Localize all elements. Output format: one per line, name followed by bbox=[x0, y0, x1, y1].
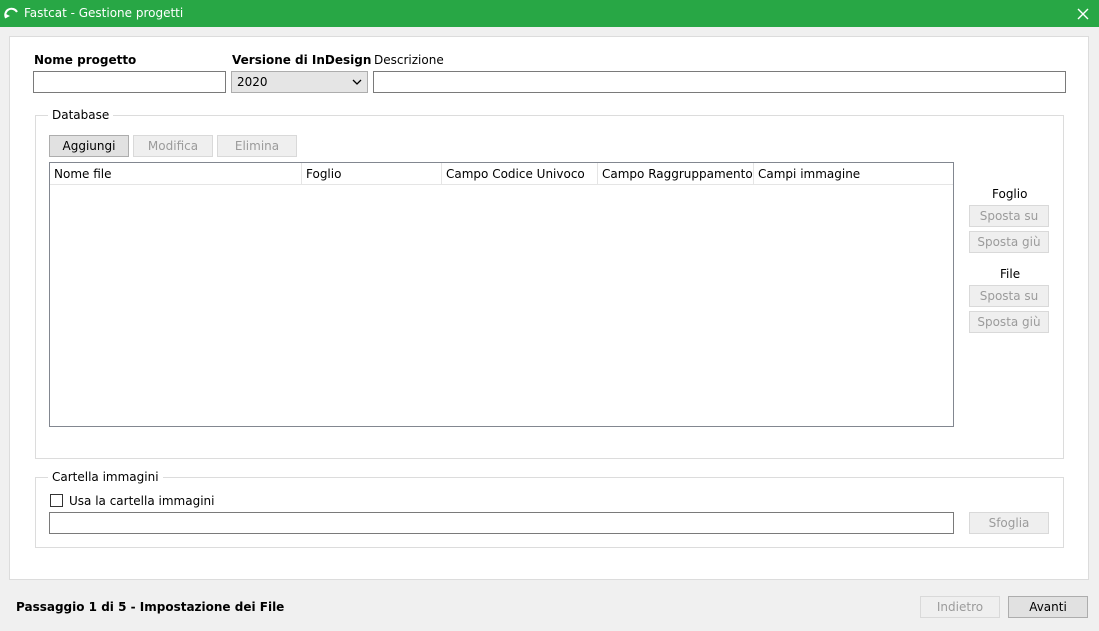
use-images-folder-checkbox[interactable] bbox=[50, 494, 63, 507]
project-name-input[interactable] bbox=[33, 71, 226, 93]
close-icon[interactable] bbox=[1075, 6, 1091, 22]
indesign-version-select[interactable]: 2020 bbox=[231, 71, 368, 93]
indesign-version-value: 2020 bbox=[237, 75, 268, 89]
column-header-image-fields[interactable]: Campi immagine bbox=[754, 163, 954, 184]
database-group-title: Database bbox=[48, 108, 114, 123]
description-input[interactable] bbox=[373, 71, 1066, 93]
next-button[interactable]: Avanti bbox=[1008, 596, 1088, 618]
sheet-section-label: Foglio bbox=[992, 187, 1028, 201]
delete-button[interactable]: Elimina bbox=[217, 135, 297, 157]
sheet-move-up-button[interactable]: Sposta su bbox=[969, 205, 1049, 227]
file-section-label: File bbox=[1000, 267, 1021, 281]
browse-button[interactable]: Sfoglia bbox=[969, 512, 1049, 534]
use-images-folder-label: Usa la cartella immagini bbox=[69, 494, 215, 508]
add-button[interactable]: Aggiungi bbox=[49, 135, 129, 157]
title-bar: Fastcat - Gestione progetti bbox=[0, 0, 1099, 27]
images-folder-path-input[interactable] bbox=[49, 512, 954, 534]
project-name-label: Nome progetto bbox=[34, 53, 137, 67]
sheet-move-down-button[interactable]: Sposta giù bbox=[969, 231, 1049, 253]
chevron-down-icon bbox=[352, 79, 362, 85]
grid-header: Nome file Foglio Campo Codice Univoco Ca… bbox=[50, 163, 953, 185]
description-label: Descrizione bbox=[374, 53, 444, 67]
app-logo-icon bbox=[4, 7, 18, 19]
back-button[interactable]: Indietro bbox=[920, 596, 1000, 618]
step-label: Passaggio 1 di 5 - Impostazione dei File bbox=[16, 600, 285, 614]
database-grid[interactable]: Nome file Foglio Campo Codice Univoco Ca… bbox=[49, 162, 954, 427]
file-move-down-button[interactable]: Sposta giù bbox=[969, 311, 1049, 333]
column-header-unique-code[interactable]: Campo Codice Univoco bbox=[442, 163, 598, 184]
column-header-file-name[interactable]: Nome file bbox=[50, 163, 302, 184]
column-header-grouping[interactable]: Campo Raggruppamento bbox=[598, 163, 754, 184]
window-title: Fastcat - Gestione progetti bbox=[24, 6, 184, 20]
file-move-up-button[interactable]: Sposta su bbox=[969, 285, 1049, 307]
images-folder-group-title: Cartella immagini bbox=[48, 470, 163, 485]
indesign-version-label: Versione di InDesign bbox=[232, 53, 372, 67]
edit-button[interactable]: Modifica bbox=[133, 135, 213, 157]
column-header-sheet[interactable]: Foglio bbox=[302, 163, 442, 184]
